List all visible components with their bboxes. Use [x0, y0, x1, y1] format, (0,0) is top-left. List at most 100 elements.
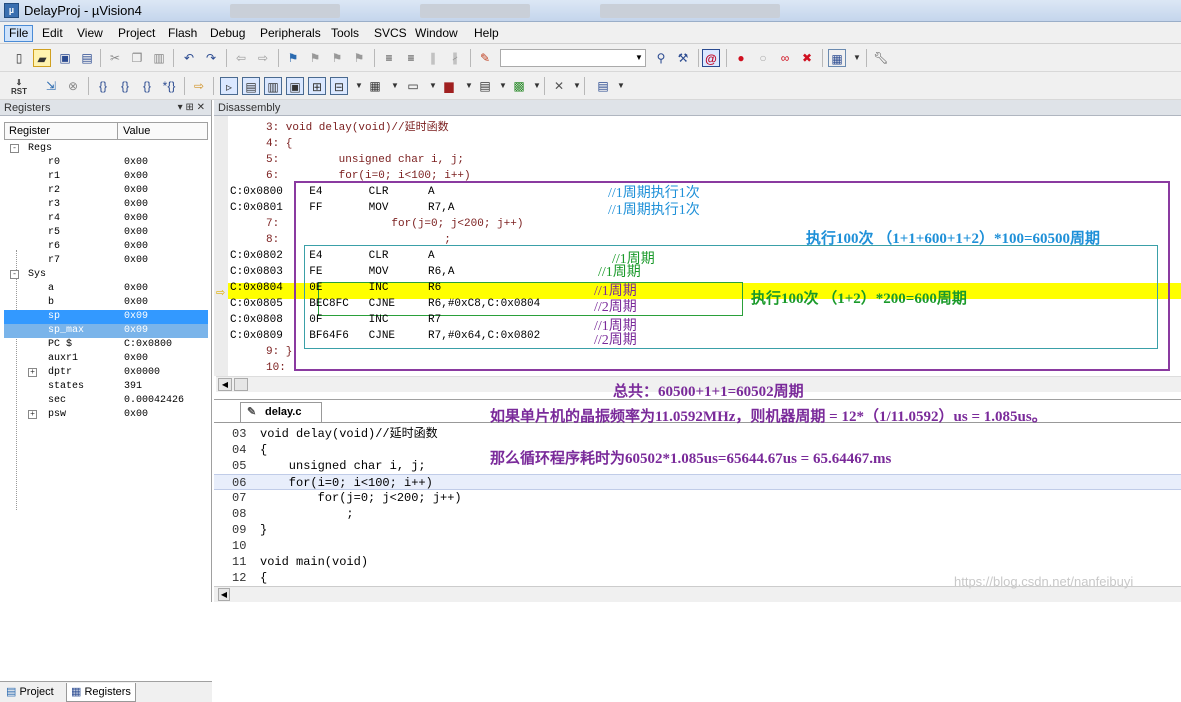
scroll-left-icon[interactable]: ◀ [218, 588, 230, 601]
incremental-find-icon[interactable]: ⚒ [674, 49, 692, 67]
source-line[interactable]: 7: for(j=0; j<200; j++) [266, 216, 523, 232]
window-layout-icon[interactable]: ▦ [828, 49, 846, 67]
menu-help[interactable]: Help [470, 25, 503, 42]
register-row[interactable]: r4 0x00 [4, 212, 208, 226]
source-line[interactable]: 6: for(i=0; i<100; i++) [266, 168, 471, 184]
column-value[interactable]: Value [123, 125, 150, 137]
kill-breakpoints-icon[interactable]: ✖ [798, 49, 816, 67]
code-line[interactable]: 07 for(j=0; j<200; j++) [214, 490, 1181, 506]
clear-bookmarks-icon[interactable]: ⚑ [350, 49, 368, 67]
register-row[interactable]: states 391 [4, 380, 208, 394]
register-row[interactable]: - Regs [4, 142, 208, 156]
register-row[interactable]: r6 0x00 [4, 240, 208, 254]
redo-icon[interactable]: ↷ [202, 49, 220, 67]
watch-window-icon[interactable]: ⊟ [330, 77, 348, 95]
register-row[interactable]: r7 0x00 [4, 254, 208, 268]
disassembly-window-icon[interactable]: ▤ [242, 77, 260, 95]
disable-breakpoint-icon[interactable]: ○ [754, 49, 772, 67]
register-row[interactable]: r2 0x00 [4, 184, 208, 198]
stop-icon[interactable]: ⊗ [64, 77, 82, 95]
register-row[interactable]: sp_max 0x09 [4, 324, 208, 338]
trace-window-icon[interactable]: ▤ [476, 77, 494, 95]
nav-back-icon[interactable]: ⇦ [232, 49, 250, 67]
register-row[interactable]: - Sys [4, 268, 208, 282]
configure-icon[interactable]: 🔧︎ [872, 49, 890, 67]
step-over-icon[interactable]: {} [116, 77, 134, 95]
collapse-icon[interactable]: - [10, 270, 19, 279]
asm-line[interactable]: C:0x0800 E4 CLR A [230, 184, 435, 200]
code-line[interactable]: 03 void delay(void)//延时函数 [214, 426, 1181, 442]
find-icon[interactable]: ⚲ [652, 49, 670, 67]
asm-line[interactable]: C:0x0809 BF64F6 CJNE R7,#0x64,C:0x0802 [230, 328, 540, 344]
register-row[interactable]: PC $ C:0x0800 [4, 338, 208, 352]
register-row[interactable]: sp 0x09 [4, 310, 208, 324]
register-row[interactable]: + dptr 0x0000 [4, 366, 208, 380]
comment-icon[interactable]: ∥ [424, 49, 442, 67]
column-register[interactable]: Register [9, 125, 50, 137]
chevron-down-icon[interactable]: ▼ [612, 77, 630, 95]
expand-icon[interactable]: + [28, 368, 37, 377]
step-icon[interactable]: {} [94, 77, 112, 95]
code-line[interactable]: 08 ; [214, 506, 1181, 522]
tab-registers[interactable]: ▦ Registers [66, 683, 136, 702]
indent-icon[interactable]: ≡ [380, 49, 398, 67]
code-line[interactable]: 06 for(i=0; i<100; i++) [214, 474, 1181, 490]
menu-peripherals[interactable]: Peripherals [256, 25, 325, 42]
menu-file[interactable]: File [4, 25, 34, 42]
cut-icon[interactable]: ✂ [106, 49, 124, 67]
chevron-down-icon[interactable]: ▼ [848, 49, 866, 67]
code-line[interactable]: 11 void main(void) [214, 554, 1181, 570]
chevron-down-icon[interactable]: ▼ [386, 77, 404, 95]
register-row[interactable]: + psw 0x00 [4, 408, 208, 422]
system-viewer-icon[interactable]: ▩ [510, 77, 528, 95]
uncomment-icon[interactable]: ∦ [446, 49, 464, 67]
open-folder-icon[interactable]: ▰ [33, 49, 51, 67]
step-out-icon[interactable]: {} [138, 77, 156, 95]
scroll-left-icon[interactable]: ◀ [218, 378, 232, 391]
menu-project[interactable]: Project [114, 25, 159, 42]
menu-flash[interactable]: Flash [164, 25, 201, 42]
analysis-window-icon[interactable]: ▆ [440, 77, 458, 95]
menu-tools[interactable]: Tools [327, 25, 363, 42]
panel-controls[interactable]: ▾ ⊞ ✕ [178, 100, 205, 116]
source-line[interactable]: 4: { [266, 136, 292, 152]
asm-line[interactable]: C:0x0802 E4 CLR A [230, 248, 435, 264]
prev-bookmark-icon[interactable]: ⚑ [306, 49, 324, 67]
code-line[interactable]: 10 [214, 538, 1181, 554]
asm-line[interactable]: C:0x0808 0F INC R7 [230, 312, 441, 328]
menu-svcs[interactable]: SVCS [370, 25, 411, 42]
menu-edit[interactable]: Edit [38, 25, 67, 42]
bookmark-icon[interactable]: ⚑ [284, 49, 302, 67]
undo-icon[interactable]: ↶ [180, 49, 198, 67]
register-row[interactable]: r0 0x00 [4, 156, 208, 170]
source-line[interactable]: 3: void delay(void)//延时函数 [266, 120, 449, 136]
asm-line[interactable]: C:0x0803 FE MOV R6,A [230, 264, 454, 280]
source-line[interactable]: 10: [266, 360, 286, 376]
run-icon[interactable]: ⇲ [42, 77, 60, 95]
call-stack-icon[interactable]: ⊞ [308, 77, 326, 95]
menu-debug[interactable]: Debug [206, 25, 249, 42]
register-row[interactable]: r5 0x00 [4, 226, 208, 240]
register-row[interactable]: r3 0x00 [4, 198, 208, 212]
expand-icon[interactable]: + [28, 410, 37, 419]
unindent-icon[interactable]: ≡ [402, 49, 420, 67]
debug-session-icon[interactable]: @ [702, 49, 720, 67]
memory-window-icon[interactable]: ▦ [366, 77, 384, 95]
menu-window[interactable]: Window [411, 25, 462, 42]
register-row[interactable]: sec 0.00042426 [4, 394, 208, 408]
disable-all-breakpoints-icon[interactable]: ∞ [776, 49, 794, 67]
source-line[interactable]: 9: } [266, 344, 292, 360]
serial-window-icon[interactable]: ▭ [404, 77, 422, 95]
reset-icon[interactable]: ⇓ RST [10, 77, 28, 96]
show-next-statement-icon[interactable]: ⇨ [190, 77, 208, 95]
symbols-window-icon[interactable]: ▥ [264, 77, 282, 95]
register-row[interactable]: auxr1 0x00 [4, 352, 208, 366]
copy-icon[interactable]: ❐ [128, 49, 146, 67]
next-bookmark-icon[interactable]: ⚑ [328, 49, 346, 67]
menu-view[interactable]: View [73, 25, 107, 42]
command-window-icon[interactable]: ▹ [220, 77, 238, 95]
debug-restore-views-icon[interactable]: ▤ [594, 77, 612, 95]
save-all-icon[interactable]: ▤ [78, 49, 96, 67]
source-line[interactable]: 5: unsigned char i, j; [266, 152, 464, 168]
find-in-files-icon[interactable]: ✎ [476, 49, 494, 67]
